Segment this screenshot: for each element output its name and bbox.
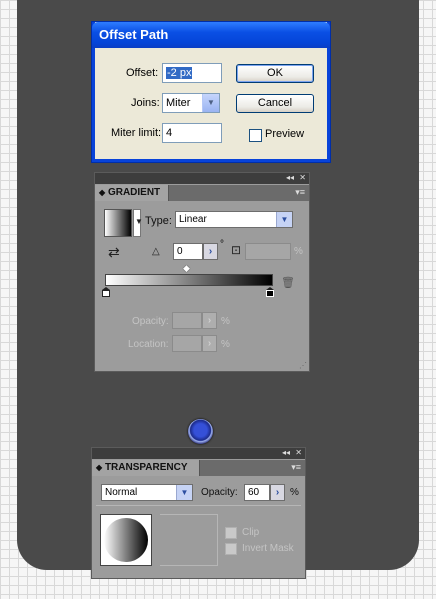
stop-location-input[interactable] [172,335,202,352]
offset-label: Offset: [126,67,159,79]
preview-label: Preview [265,128,305,140]
transparency-panel: ◂◂ ✕ ◆ TRANSPARENCY ▾≡ Normal ▼ Opacity:… [91,447,306,579]
thumbnail-circle [104,518,148,562]
opacity-label: Opacity: [132,316,169,327]
swatch-menu-icon[interactable]: ▼ [135,217,143,226]
opacity-label: Opacity: [201,487,238,498]
joins-select[interactable]: Miter ▼ [162,93,220,113]
offset-input[interactable]: -2 px [162,63,222,83]
miter-limit-value: 4 [166,127,173,139]
miter-limit-label: Miter limit: [111,127,162,139]
cancel-button[interactable]: Cancel [236,94,314,113]
panel-menu-icon[interactable]: ▾≡ [291,462,301,472]
tab-gradient-label: GRADIENT [107,187,161,198]
opacity-unit: % [290,487,299,498]
resize-grip-icon[interactable]: ⋰ [299,361,307,370]
preview-checkbox[interactable] [249,129,262,142]
gradient-type-select[interactable]: Linear ▼ [175,211,293,228]
chevron-down-icon[interactable]: ▼ [176,485,192,500]
blend-mode-value: Normal [105,487,138,498]
color-stop-white[interactable] [102,287,110,297]
divider [96,505,301,506]
angle-icon: △ [152,246,160,257]
opacity-value: 60 [248,487,260,498]
close-icon[interactable]: ✕ [299,172,306,183]
offset-path-dialog: Offset Path Offset: -2 px Joins: Miter ▼… [92,22,330,162]
tab-gradient[interactable]: ◆ GRADIENT [95,185,169,201]
midpoint-diamond-icon[interactable]: ◆ [183,263,190,274]
stop-opacity-dropdown[interactable]: › [202,312,217,329]
color-stop-black[interactable] [266,287,274,297]
clip-label: Clip [242,527,260,538]
aspect-ratio-icon: ⊡ [231,243,242,257]
opacity-input[interactable]: 60 [244,484,270,501]
ok-button[interactable]: OK [236,64,314,83]
gradient-panel: ◂◂ ✕ ◆ GRADIENT ▾≡ ▼ Type: Linear ▼ ⇄ △ … [94,172,310,372]
location-label: Location: [128,339,169,350]
offset-value: -2 px [166,67,193,79]
trash-icon[interactable]: 🗑 [281,276,295,289]
mask-thumbnail-slot[interactable] [160,514,218,566]
gradient-swatch[interactable] [104,209,132,237]
angle-input[interactable]: 0 [173,243,203,260]
aspect-unit: % [294,246,303,257]
panel-tab-row: ◆ GRADIENT ▾≡ [95,185,309,201]
close-icon[interactable]: ✕ [295,447,302,458]
tab-arrows-icon: ◆ [99,188,106,197]
location-unit: % [221,339,230,350]
panel-topbar: ◂◂ ✕ [95,173,309,184]
collapse-icon[interactable]: ◂◂ [286,172,294,183]
chevron-down-icon[interactable]: ▼ [202,94,219,112]
joins-value: Miter [166,97,191,109]
type-label: Type: [145,215,172,227]
collapse-icon[interactable]: ◂◂ [282,447,290,458]
stop-opacity-input[interactable] [172,312,202,329]
panel-menu-icon[interactable]: ▾≡ [295,187,305,197]
tab-arrows-icon: ◆ [96,463,103,472]
opacity-unit: % [221,316,230,327]
stop-location-dropdown[interactable]: › [202,335,217,352]
gradient-slider[interactable] [105,274,273,286]
degree-symbol: ° [220,239,224,250]
miter-limit-input[interactable]: 4 [162,123,222,143]
invert-mask-checkbox[interactable] [225,543,237,555]
gradient-type-value: Linear [179,214,207,225]
blend-mode-select[interactable]: Normal ▼ [101,484,193,501]
opacity-dropdown[interactable]: › [270,484,285,501]
joins-label: Joins: [131,97,160,109]
aspect-ratio-input[interactable] [245,243,291,260]
tab-transparency-label: TRANSPARENCY [104,462,188,473]
tab-transparency[interactable]: ◆ TRANSPARENCY [92,460,200,476]
object-thumbnail[interactable] [100,514,152,566]
panel-tab-row: ◆ TRANSPARENCY ▾≡ [92,460,305,476]
clip-checkbox[interactable] [225,527,237,539]
panel-link-orb-icon [188,419,213,444]
angle-dropdown[interactable]: › [203,243,218,260]
chevron-down-icon[interactable]: ▼ [276,212,292,227]
dialog-title: Offset Path [92,22,330,48]
reverse-gradient-icon[interactable]: ⇄ [108,244,120,261]
invert-mask-label: Invert Mask [242,543,294,554]
panel-topbar: ◂◂ ✕ [92,448,305,459]
angle-value: 0 [177,246,183,257]
